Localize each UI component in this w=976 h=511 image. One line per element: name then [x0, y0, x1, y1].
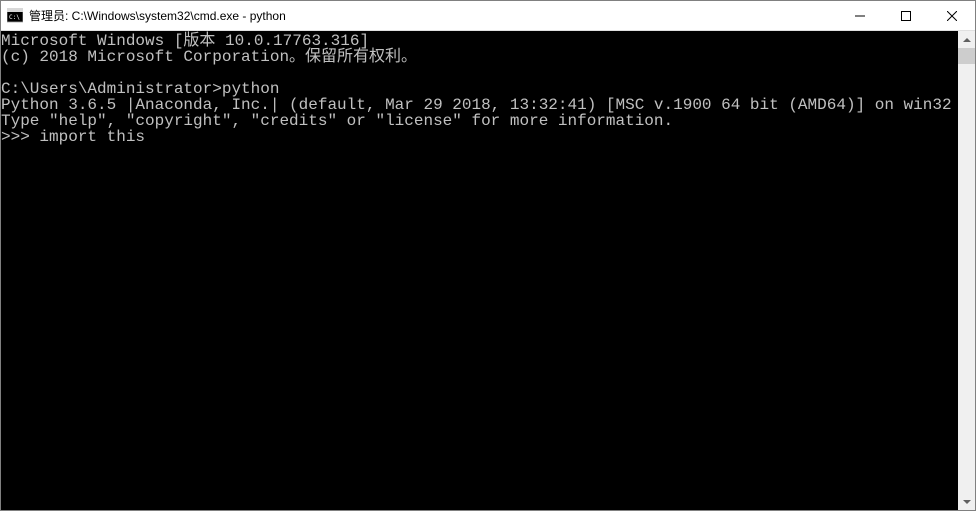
window-title: 管理员: C:\Windows\system32\cmd.exe - pytho…: [29, 7, 286, 24]
scroll-up-button[interactable]: [958, 31, 975, 48]
titlebar[interactable]: C:\ 管理员: C:\Windows\system32\cmd.exe - p…: [1, 1, 975, 31]
console-area: Microsoft Windows [版本 10.0.17763.316](c)…: [1, 31, 975, 510]
chevron-down-icon: [963, 500, 971, 504]
console-line: >>> import this: [1, 129, 958, 145]
scroll-thumb[interactable]: [958, 48, 975, 64]
maximize-button[interactable]: [883, 1, 929, 30]
cmd-icon: C:\: [7, 8, 23, 24]
console-line: C:\Users\Administrator>python: [1, 81, 958, 97]
console-line: Python 3.6.5 |Anaconda, Inc.| (default, …: [1, 97, 958, 113]
console-line: Type "help", "copyright", "credits" or "…: [1, 113, 958, 129]
title-left: C:\ 管理员: C:\Windows\system32\cmd.exe - p…: [1, 7, 837, 24]
title-buttons: [837, 1, 975, 30]
cmd-window: C:\ 管理员: C:\Windows\system32\cmd.exe - p…: [0, 0, 976, 511]
console-content[interactable]: Microsoft Windows [版本 10.0.17763.316](c)…: [1, 31, 958, 510]
svg-text:C:\: C:\: [9, 14, 20, 21]
console-line: [1, 65, 958, 81]
console-line: (c) 2018 Microsoft Corporation。保留所有权利。: [1, 49, 958, 65]
scroll-down-button[interactable]: [958, 493, 975, 510]
chevron-up-icon: [963, 38, 971, 42]
close-button[interactable]: [929, 1, 975, 30]
console-line: Microsoft Windows [版本 10.0.17763.316]: [1, 33, 958, 49]
minimize-button[interactable]: [837, 1, 883, 30]
vertical-scrollbar[interactable]: [958, 31, 975, 510]
